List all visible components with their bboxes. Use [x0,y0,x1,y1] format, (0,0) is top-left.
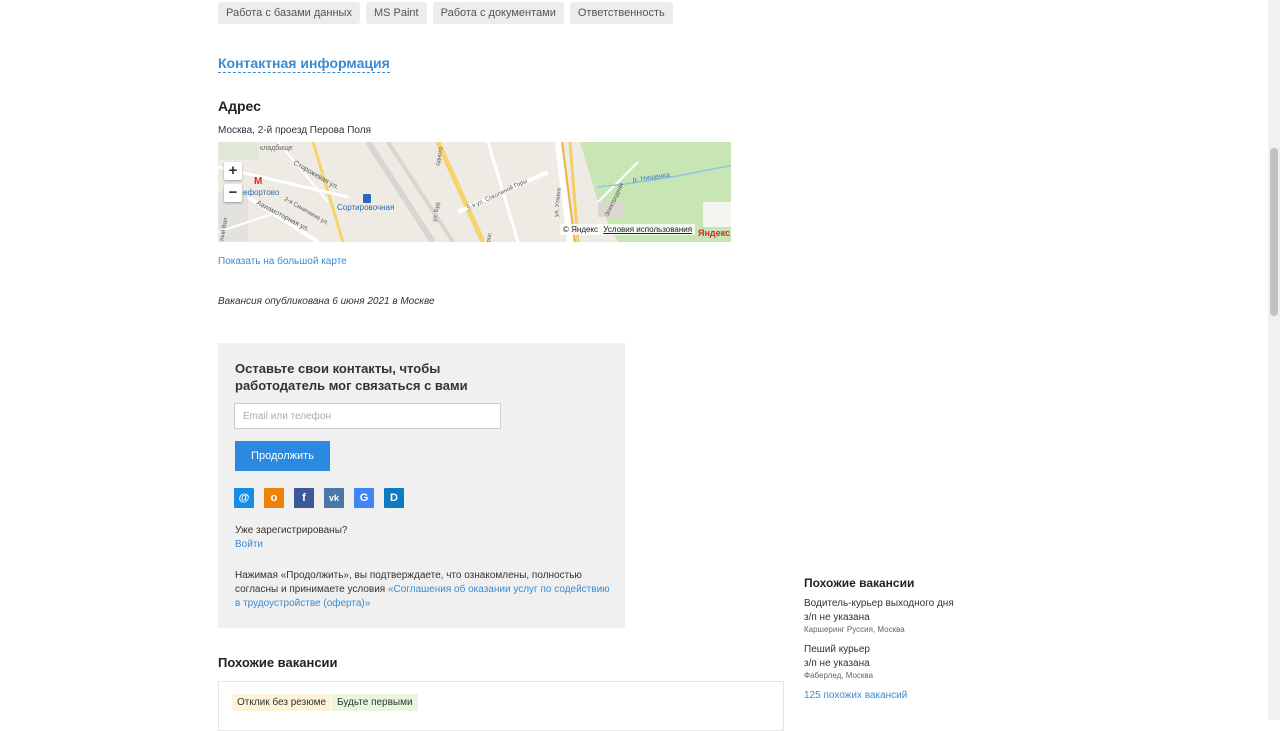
badge-no-resume: Отклик без резюме [232,694,332,711]
mail-login-icon[interactable]: @ [234,488,254,508]
sidebar-vacancy-salary: з/п не указана [804,658,870,669]
email-or-phone-input[interactable] [234,403,501,429]
railway-station-icon [363,194,371,203]
skill-tag: MS Paint [365,2,427,24]
zoom-out-button[interactable]: − [224,184,242,202]
map-copyright-text: © Яндекс [563,225,599,234]
similar-vacancies-heading: Похожие вакансии [218,655,338,670]
skill-tag: Работа с базами данных [218,2,360,24]
sidebar-vacancy-salary: з/п не указана [804,612,870,623]
published-date: Вакансия опубликована 6 июня 2021 в Моск… [218,296,435,307]
skill-tags: Работа с базами данных MS Paint Работа с… [218,2,673,24]
contact-info-link[interactable]: Контактная информация [218,55,390,73]
yandex-logo: Яндекс [698,228,730,238]
badge-be-first: Будьте первыми [332,694,418,711]
continue-button[interactable]: Продолжить [235,441,330,471]
skill-tag: Ответственность [569,2,673,24]
more-similar-link[interactable]: 125 похожих вакансий [804,690,907,701]
sidebar-similar-heading: Похожие вакансии [804,576,915,590]
odnoklassniki-login-icon[interactable]: о [264,488,284,508]
vk-login-icon[interactable]: vk [324,488,344,508]
map-label-station: Сортировочная [337,203,394,212]
facebook-login-icon[interactable]: f [294,488,314,508]
contact-form-title: Оставьте свои контакты, чтобы работодате… [235,361,468,393]
sidebar-vacancy-company: Фаберлед, Москва [804,671,874,680]
sidebar-vacancy-title[interactable]: Водитель-курьер выходного дня [804,598,954,609]
zoom-in-button[interactable]: + [224,162,242,180]
login-link[interactable]: Войти [235,539,263,550]
skill-tag: Работа с документами [432,2,564,24]
scrollbar-thumb[interactable] [1270,148,1278,316]
metro-icon: М [254,176,262,187]
map-label-metro: ефортово [243,188,280,197]
sidebar-vacancy-title[interactable]: Пеший курьер [804,644,870,655]
address-heading: Адрес [218,98,261,114]
map-copyright: © Яндекс Условия использования [560,224,696,235]
map-label-cemetery: кладбище [260,144,293,152]
already-registered-text: Уже зарегистрированы? [235,525,348,536]
sidebar-vacancy-company: Каршеринг Руссия, Москва [804,625,905,634]
address-text: Москва, 2-й проезд Перова Поля [218,125,372,136]
map-terms-link[interactable]: Условия использования [603,225,692,234]
google-login-icon[interactable]: G [354,488,374,508]
scrollbar-track[interactable] [1268,0,1280,720]
terms-text: Нажимая «Продолжить», вы подтверждаете, … [235,569,610,611]
show-big-map-link[interactable]: Показать на большой карте [218,256,347,267]
d-login-icon[interactable]: D [384,488,404,508]
